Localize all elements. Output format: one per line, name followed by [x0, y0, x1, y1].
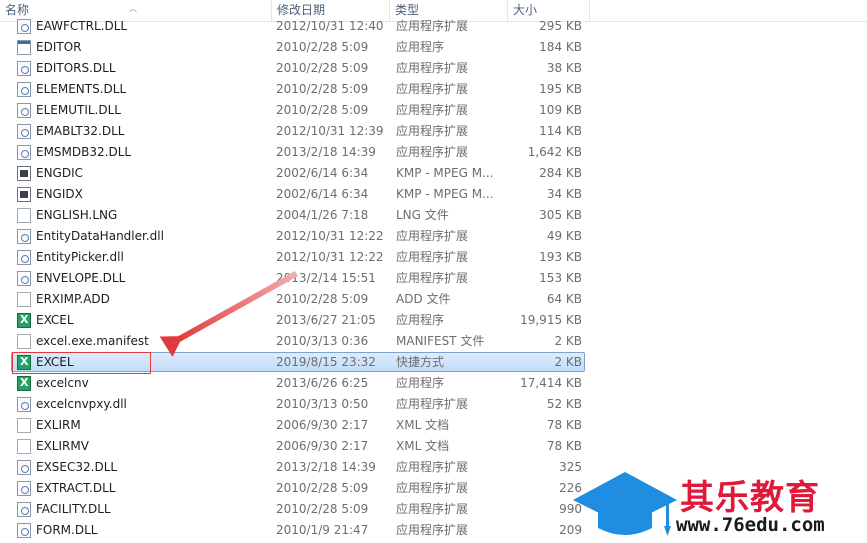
- arrow-shaft: [175, 271, 298, 343]
- arrow-head: [159, 336, 184, 357]
- watermark-name: 其乐教育: [680, 478, 820, 518]
- watermark-url: www.76edu.com: [676, 514, 825, 536]
